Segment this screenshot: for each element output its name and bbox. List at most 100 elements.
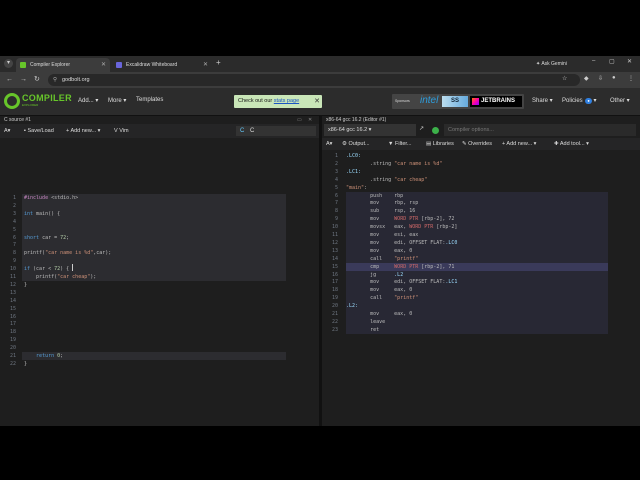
save-load-button[interactable]: ▪ Save/Load [24, 124, 54, 138]
assembly-line[interactable]: 18 mov eax, 0 [322, 286, 640, 294]
pane-popout-icon[interactable]: ▭ [297, 116, 302, 124]
assembly-line[interactable]: 2 .string "car name is %d" [322, 160, 640, 168]
language-select[interactable]: CC [236, 126, 316, 136]
sponsors-box[interactable]: Sponsors intel SS JETBRAINS [392, 94, 524, 109]
source-code-line[interactable]: 22} [0, 360, 319, 368]
add-new-button[interactable]: + Add new... ▾ [66, 124, 100, 138]
source-code-line[interactable]: 10 if (car < 72) { [0, 265, 319, 273]
source-code-line[interactable]: 13 [0, 289, 319, 297]
source-tab[interactable]: C source #1 [4, 116, 31, 124]
compiler-select[interactable]: x86-64 gcc 16.2 ▾ [324, 124, 416, 136]
share-menu[interactable]: Share ▾ [532, 97, 553, 104]
source-code-line[interactable]: 5 [0, 226, 319, 234]
filter-menu[interactable]: ▼ Filter... [388, 138, 412, 150]
asm-text: jg .L2 [346, 271, 404, 278]
pane-close-icon[interactable]: ✕ [308, 116, 312, 124]
output-menu-label: Output... [348, 141, 370, 147]
assembly-line[interactable]: 22 leave [322, 318, 640, 326]
source-code-line[interactable]: 7 [0, 241, 319, 249]
assembly-line[interactable]: 7 mov rbp, rsp [322, 199, 640, 207]
assembly-line[interactable]: 4 .string "car cheap" [322, 176, 640, 184]
font-size-button[interactable]: A▾ [4, 124, 10, 138]
source-code-line[interactable]: 11 printf("car cheap"); [0, 273, 319, 281]
source-code-line[interactable]: 18 [0, 328, 319, 336]
source-code-line[interactable]: 17 [0, 320, 319, 328]
source-code-line[interactable]: 12} [0, 281, 319, 289]
logo-text[interactable]: COMPILER [22, 93, 72, 103]
source-code-line[interactable]: 21 return 0; [0, 352, 319, 360]
assembly-line[interactable]: 8 sub rsp, 16 [322, 207, 640, 215]
assembly-line[interactable]: 17 mov edi, OFFSET FLAT:.LC1 [322, 278, 640, 286]
source-code-line[interactable]: 9 [0, 257, 319, 265]
bookmark-star-icon[interactable]: ☆ [562, 75, 567, 82]
source-code-line[interactable]: 3 int main() { [0, 210, 319, 218]
tab-search-icon[interactable]: ▾ [4, 59, 13, 68]
download-icon[interactable]: ⇩ [598, 75, 603, 82]
source-code-line[interactable]: 4 [0, 218, 319, 226]
assembly-line[interactable]: 15 cmp WORD PTR [rbp-2], 71 [322, 263, 640, 271]
line-number: 11 [331, 232, 338, 238]
close-tab-icon[interactable]: ✕ [203, 58, 208, 72]
maximize-icon[interactable]: ▢ [609, 58, 615, 65]
source-code-line[interactable]: 16 [0, 313, 319, 321]
assembly-line[interactable]: 3 .LC1: [322, 168, 640, 176]
browser-tab-compiler-explorer[interactable]: Compiler Explorer ✕ [16, 58, 110, 72]
source-code-line[interactable]: 8 printf("car name is %d",car); [0, 249, 319, 257]
add-menu[interactable]: Add... ▾ [78, 97, 98, 104]
templates-menu[interactable]: Templates [136, 97, 163, 103]
close-window-icon[interactable]: ✕ [627, 58, 632, 65]
open-in-new-icon[interactable]: ↗ [419, 125, 424, 132]
output-menu[interactable]: ⚙ Output... [342, 138, 370, 150]
assembly-line[interactable]: 20 .L2: [322, 302, 640, 310]
source-code-line[interactable]: 19 [0, 336, 319, 344]
assembly-line[interactable]: 10 movsx eax, WORD PTR [rbp-2] [322, 223, 640, 231]
font-size-button[interactable]: A▾ [326, 138, 332, 150]
new-tab-icon[interactable]: + [216, 58, 221, 67]
stats-page-link[interactable]: stats page [274, 98, 299, 104]
assembly-line[interactable]: 21 mov eax, 0 [322, 310, 640, 318]
source-editor[interactable]: 1 #include <stdio.h> 2 3 int main() {4 5 6 shor… [0, 138, 319, 426]
more-menu[interactable]: More ▾ [108, 97, 126, 104]
assembly-line[interactable]: 1 .LC0: [322, 152, 640, 160]
assembly-line[interactable]: 14 call "printf" [322, 255, 640, 263]
browser-menu-icon[interactable]: ⋮ [628, 75, 634, 82]
compiler-options-input[interactable]: Compiler options... [444, 124, 636, 136]
vim-toggle[interactable]: V Vim [114, 124, 129, 138]
source-code-line[interactable]: 1 #include <stdio.h> [0, 194, 319, 202]
source-code-line[interactable]: 15 [0, 305, 319, 313]
assembly-line[interactable]: 5 "main": [322, 184, 640, 192]
site-info-icon[interactable]: ⚲ [53, 74, 57, 86]
add-new-output-button[interactable]: + Add new... ▾ [502, 138, 536, 150]
source-code-line[interactable]: 14 [0, 297, 319, 305]
assembly-output[interactable]: 1 .LC0: 2 .string "car name is %d" 3 .LC1: 4 … [322, 150, 640, 426]
assembly-line[interactable]: 11 mov esi, eax [322, 231, 640, 239]
other-menu[interactable]: Other ▾ [610, 97, 630, 104]
assembly-line[interactable]: 13 mov eax, 0 [322, 247, 640, 255]
libraries-button[interactable]: ▤ Libraries [426, 138, 454, 150]
overrides-button[interactable]: ✎ Overrides [462, 138, 492, 150]
browser-tab-excalidraw[interactable]: Excalidraw Whiteboard ✕ [112, 58, 212, 72]
assembly-line[interactable]: 16 jg .L2 [322, 271, 640, 279]
reload-icon[interactable]: ↻ [34, 75, 40, 85]
compiler-tab[interactable]: x86-64 gcc 16.2 (Editor #1) [326, 116, 386, 124]
url-field[interactable]: ⚲ godbolt.org [48, 74, 580, 86]
compiler-explorer-logo-icon[interactable] [4, 93, 20, 109]
policies-menu[interactable]: Policies ● ▾ [562, 97, 596, 104]
close-tab-icon[interactable]: ✕ [101, 58, 106, 72]
close-banner-icon[interactable]: ✕ [314, 95, 320, 108]
assembly-line[interactable]: 23 ret [322, 326, 640, 334]
source-code-line[interactable]: 2 [0, 202, 319, 210]
assembly-line[interactable]: 12 mov edi, OFFSET FLAT:.LC0 [322, 239, 640, 247]
minimize-icon[interactable]: – [592, 58, 595, 64]
add-tool-button[interactable]: ✚ Add tool... ▾ [554, 138, 589, 150]
ask-gemini-button[interactable]: ✦ Ask Gemini [536, 59, 567, 69]
profile-icon[interactable]: ● [612, 75, 616, 81]
back-icon[interactable]: ← [6, 75, 13, 85]
forward-icon[interactable]: → [20, 75, 27, 85]
source-code-line[interactable]: 20 [0, 344, 319, 352]
source-code-line[interactable]: 6 short car = 72; [0, 234, 319, 242]
extensions-icon[interactable]: ◆ [584, 75, 589, 82]
assembly-line[interactable]: 9 mov WORD PTR [rbp-2], 72 [322, 215, 640, 223]
assembly-line[interactable]: 19 call "printf" [322, 294, 640, 302]
assembly-line[interactable]: 6 push rbp [322, 192, 640, 200]
